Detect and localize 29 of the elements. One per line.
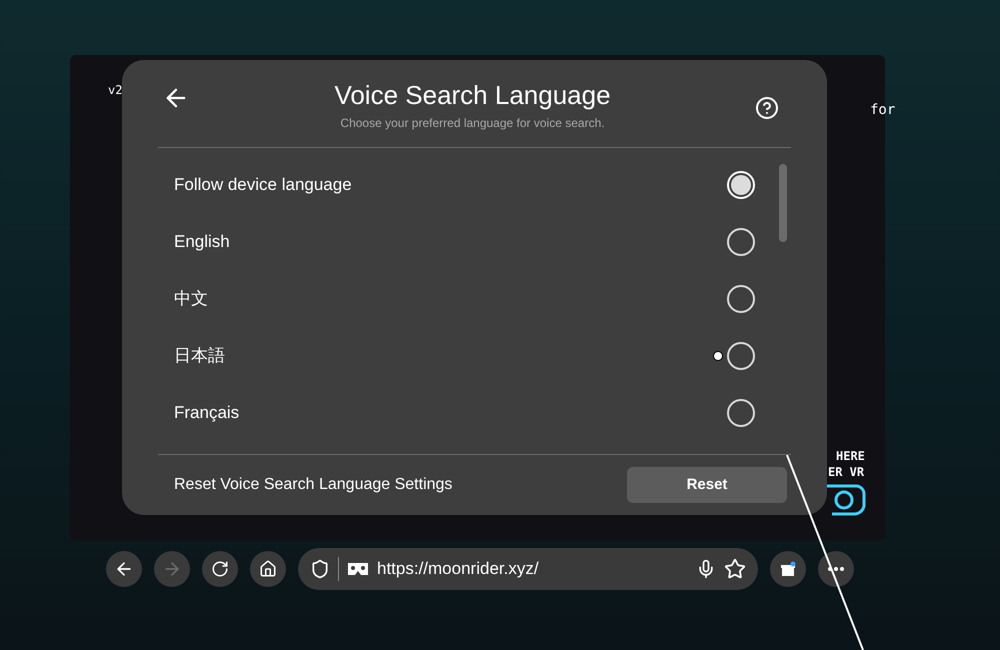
more-icon: [828, 567, 844, 571]
page-text: for: [870, 101, 896, 120]
reload-icon: [211, 560, 229, 578]
radio-button[interactable]: [727, 398, 755, 426]
reset-button[interactable]: Reset: [627, 467, 787, 503]
language-option[interactable]: English: [162, 213, 779, 270]
address-bar[interactable]: https://moonrider.xyz/: [298, 548, 758, 590]
dialog-subtitle: Choose your preferred language for voice search.: [340, 115, 605, 131]
help-button[interactable]: [755, 96, 779, 120]
star-icon[interactable]: [724, 558, 746, 580]
language-option[interactable]: Français: [162, 384, 779, 441]
radio-button[interactable]: [727, 284, 755, 312]
language-option[interactable]: 中文: [162, 270, 779, 327]
page-text: ER VR: [828, 464, 864, 480]
dialog-title: Voice Search Language: [334, 79, 611, 112]
radio-button[interactable]: [727, 342, 755, 370]
language-option[interactable]: Follow device language: [162, 156, 779, 213]
vr-headset-icon: [347, 562, 369, 576]
reset-label: Reset Voice Search Language Settings: [173, 475, 452, 495]
help-icon: [755, 96, 779, 120]
pointer-cursor-icon: [713, 350, 723, 360]
radio-button[interactable]: [727, 228, 755, 256]
gift-icon: [780, 561, 796, 577]
shield-icon[interactable]: [310, 559, 330, 579]
home-icon: [259, 560, 277, 578]
page-text: HERE: [836, 448, 865, 464]
url-text: https://moonrider.xyz/: [377, 558, 540, 580]
language-option[interactable]: 日本語: [162, 327, 779, 384]
page-text: v2: [108, 82, 122, 98]
